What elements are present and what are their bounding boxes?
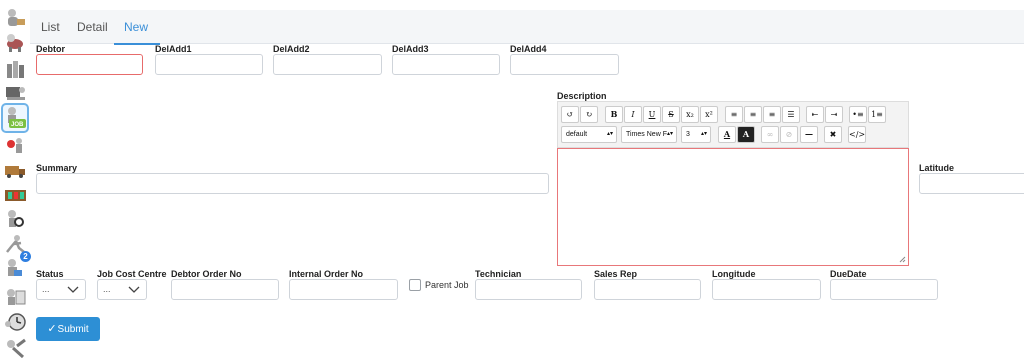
report-icon[interactable]	[3, 286, 28, 308]
worker-icon[interactable]	[3, 82, 28, 104]
submit-label: Submit	[57, 324, 89, 335]
icon-rail: JOB 2	[0, 0, 31, 362]
sales-rep-input[interactable]	[594, 279, 701, 300]
font-select-value: Times New F	[626, 131, 667, 138]
tab-bar: List Detail New	[30, 10, 1024, 45]
source-code-icon[interactable]: </>	[848, 126, 866, 143]
status-select-value: ...	[42, 284, 50, 294]
tab-detail[interactable]: Detail	[77, 10, 108, 44]
clock-icon[interactable]	[3, 311, 28, 333]
debtor-order-no-label: Debtor Order No	[171, 269, 242, 279]
superscript-icon[interactable]: x²	[700, 106, 718, 123]
indent-icon[interactable]: ⇥	[825, 106, 843, 123]
deladd2-input[interactable]	[273, 54, 382, 75]
deladd4-label: DelAdd4	[510, 44, 547, 54]
check-icon: ✓	[47, 323, 57, 335]
submit-button[interactable]: ✓Submit	[36, 317, 100, 341]
latitude-label: Latitude	[919, 163, 954, 173]
parent-job-checkbox[interactable]	[409, 279, 421, 291]
notification-badge: 2	[20, 251, 31, 262]
justify-icon[interactable]: ☰	[782, 106, 800, 123]
font-select[interactable]: Times New F ▴▾	[621, 126, 677, 143]
deladd4-input[interactable]	[510, 54, 619, 75]
editor-toolbar: ↺ ↻ B I U S x₂ x² ≡ ≡ ≡ ☰ ⇤ ⇥ •≡ 1≡ defa…	[557, 101, 909, 148]
tab-list[interactable]: List	[41, 10, 60, 44]
user-icon[interactable]	[3, 7, 28, 29]
dog-icon[interactable]	[3, 31, 28, 53]
latitude-input[interactable]	[919, 173, 1024, 194]
size-select-value: 3	[686, 131, 690, 138]
parent-job-label: Parent Job	[425, 280, 469, 290]
chevron-down-icon	[128, 286, 140, 293]
highlight-icon[interactable]: A	[737, 126, 755, 143]
job-cost-centre-label: Job Cost Centre	[97, 269, 167, 279]
size-select[interactable]: 3 ▴▾	[681, 126, 711, 143]
debtor-label: Debtor	[36, 44, 65, 54]
updown-icon: ▴▾	[700, 131, 707, 137]
description-editor[interactable]	[557, 148, 909, 266]
truck-icon[interactable]	[3, 158, 28, 180]
status-label: Status	[36, 269, 64, 279]
resize-grip-icon[interactable]	[899, 256, 906, 263]
bold-icon[interactable]: B	[605, 106, 623, 123]
technician-label: Technician	[475, 269, 522, 279]
svg-text:JOB: JOB	[11, 122, 24, 128]
style-select-value: default	[566, 131, 588, 138]
font-color-icon[interactable]: A	[718, 126, 736, 143]
deladd3-input[interactable]	[392, 54, 500, 75]
search-person-icon[interactable]	[3, 208, 28, 230]
chevron-down-icon	[67, 286, 79, 293]
internal-order-no-label: Internal Order No	[289, 269, 364, 279]
sales-rep-label: Sales Rep	[594, 269, 638, 279]
deladd1-label: DelAdd1	[155, 44, 192, 54]
stock-icon[interactable]	[3, 184, 28, 206]
align-center-icon[interactable]: ≡	[744, 106, 762, 123]
meeting-icon[interactable]	[3, 135, 28, 157]
updown-icon: ▴▾	[666, 131, 673, 137]
redo-icon[interactable]: ↻	[580, 106, 598, 123]
job-cost-centre-select-value: ...	[103, 284, 111, 294]
align-right-icon[interactable]: ≡	[763, 106, 781, 123]
deladd2-label: DelAdd2	[273, 44, 310, 54]
summary-input[interactable]	[36, 173, 549, 194]
debtor-order-no-input[interactable]	[171, 279, 279, 300]
deladd3-label: DelAdd3	[392, 44, 429, 54]
outdent-icon[interactable]: ⇤	[806, 106, 824, 123]
unlink-icon[interactable]: ⊘	[780, 126, 798, 143]
undo-icon[interactable]: ↺	[561, 106, 579, 123]
tools-icon[interactable]	[3, 337, 28, 359]
align-left-icon[interactable]: ≡	[725, 106, 743, 123]
subscript-icon[interactable]: x₂	[681, 106, 699, 123]
updown-icon: ▴▾	[606, 131, 613, 137]
internal-order-no-input[interactable]	[289, 279, 398, 300]
duedate-input[interactable]	[830, 279, 938, 300]
building-icon[interactable]	[3, 58, 28, 80]
duedate-label: DueDate	[830, 269, 867, 279]
unordered-list-icon[interactable]: •≡	[849, 106, 867, 123]
deladd1-input[interactable]	[155, 54, 263, 75]
ordered-list-icon[interactable]: 1≡	[868, 106, 886, 123]
debtor-input[interactable]	[36, 54, 143, 75]
longitude-label: Longitude	[712, 269, 756, 279]
style-select[interactable]: default ▴▾	[561, 126, 617, 143]
status-select[interactable]: ...	[36, 279, 86, 300]
tab-new[interactable]: New	[113, 10, 161, 45]
job-cost-centre-select[interactable]: ...	[97, 279, 147, 300]
jobs-icon[interactable]: JOB	[1, 103, 29, 133]
horizontal-rule-icon[interactable]: —	[800, 126, 818, 143]
italic-icon[interactable]: I	[624, 106, 642, 123]
remove-format-icon[interactable]: ✖	[824, 126, 842, 143]
summary-label: Summary	[36, 163, 78, 173]
longitude-input[interactable]	[712, 279, 821, 300]
link-icon[interactable]: ∞	[761, 126, 779, 143]
description-label: Description	[557, 91, 607, 101]
technician-input[interactable]	[475, 279, 582, 300]
strikethrough-icon[interactable]: S	[662, 106, 680, 123]
underline-icon[interactable]: U	[643, 106, 661, 123]
